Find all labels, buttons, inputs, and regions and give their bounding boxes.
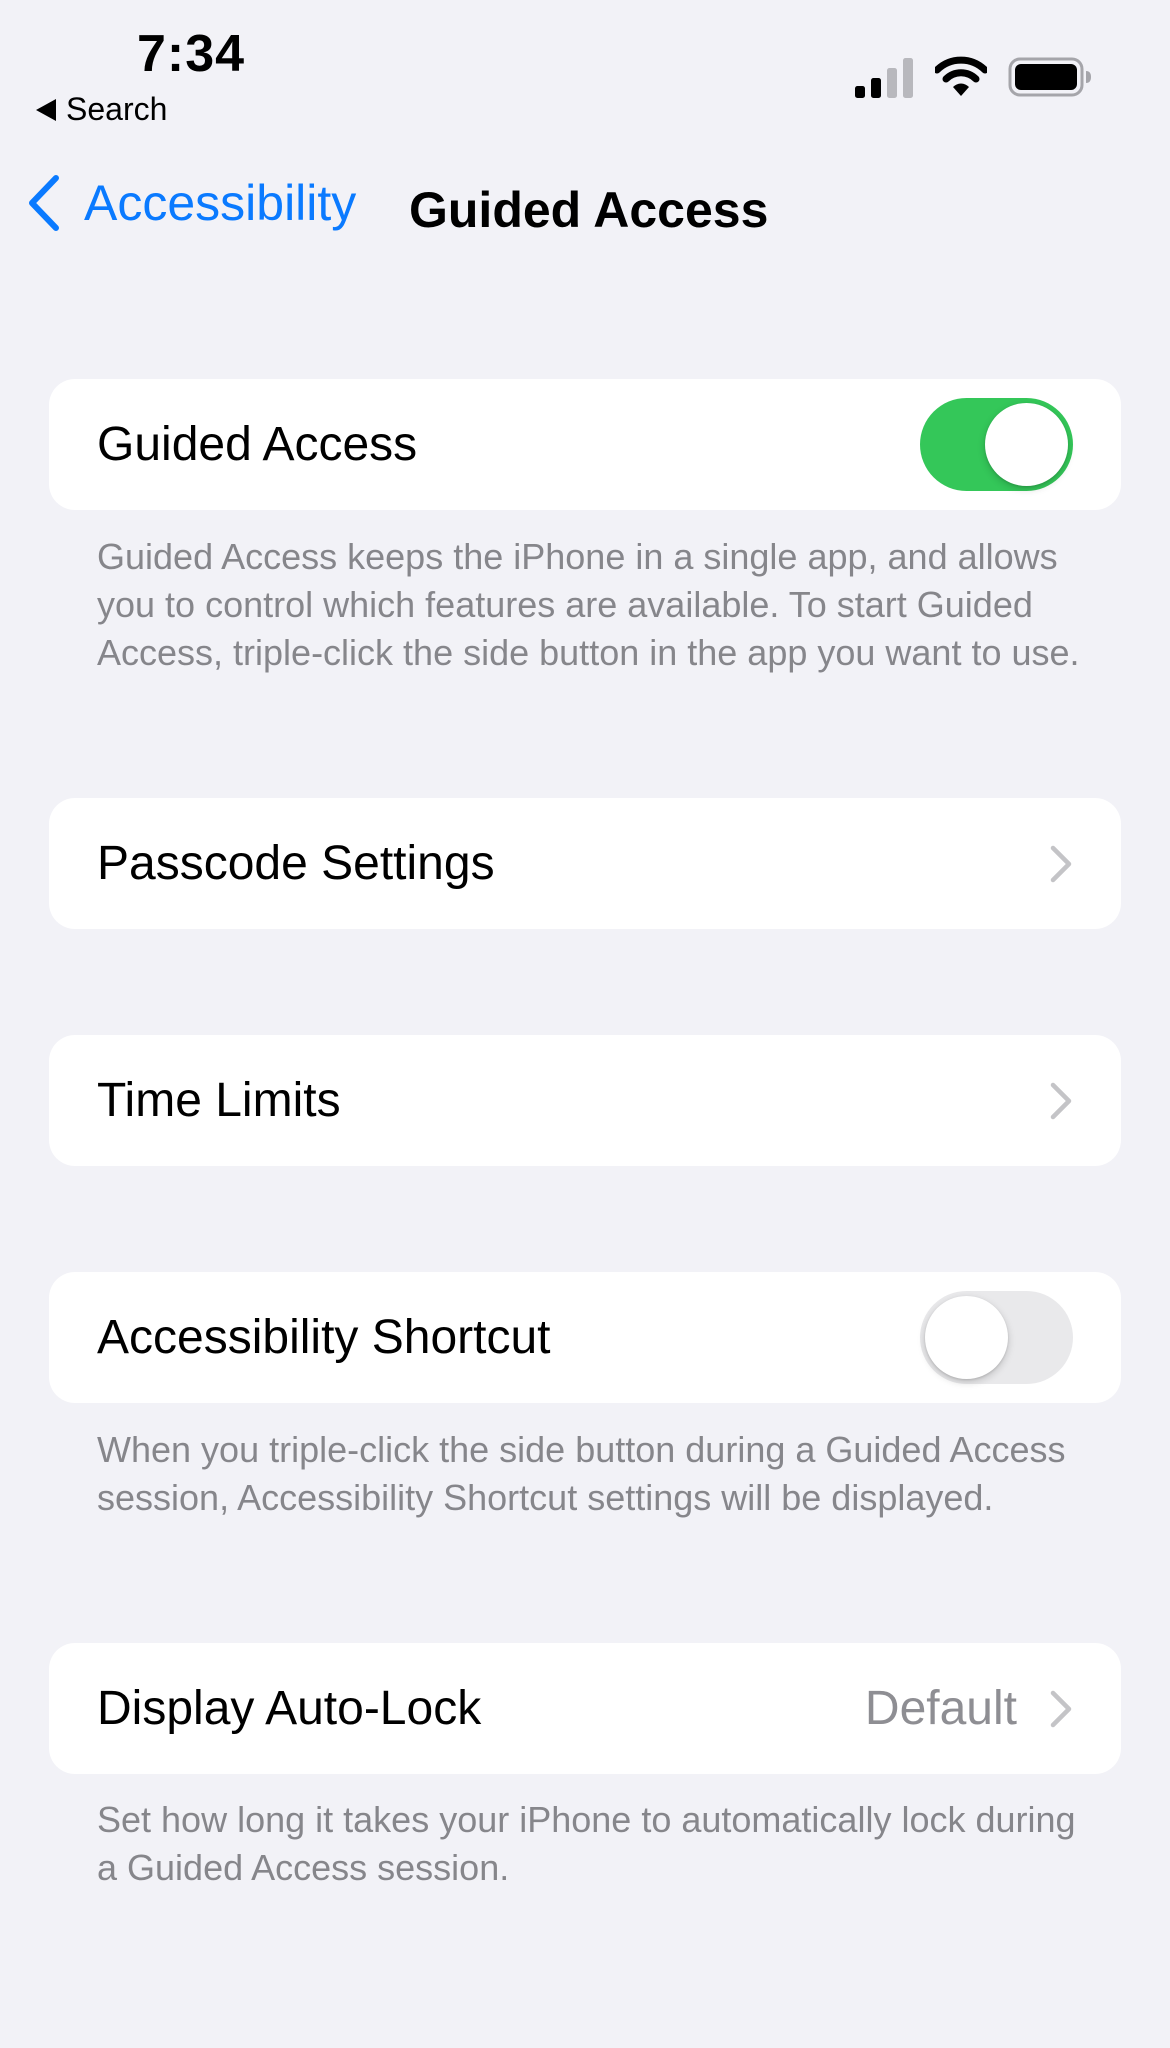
accessibility-shortcut-row: Accessibility Shortcut xyxy=(49,1272,1121,1403)
chevron-right-icon xyxy=(1050,1082,1072,1119)
battery-icon xyxy=(1008,57,1091,97)
guided-access-footer: Guided Access keeps the iPhone in a sing… xyxy=(97,536,1080,673)
navigation-bar: Accessibility Guided Access xyxy=(0,160,1170,250)
chevron-left-icon xyxy=(29,175,59,231)
chevron-right-icon xyxy=(1050,1690,1072,1727)
accessibility-shortcut-label: Accessibility Shortcut xyxy=(97,1311,551,1364)
time-limits-row[interactable]: Time Limits xyxy=(49,1035,1121,1166)
time-limits-label: Time Limits xyxy=(97,1074,341,1127)
back-to-app-button[interactable]: Search xyxy=(36,91,167,128)
status-bar: 7:34 Search xyxy=(0,0,1170,140)
guided-access-label: Guided Access xyxy=(97,418,418,471)
passcode-settings-label: Passcode Settings xyxy=(97,837,495,890)
back-button[interactable]: Accessibility xyxy=(26,174,356,232)
toggle-knob xyxy=(985,403,1068,486)
display-auto-lock-footer: Set how long it takes your iPhone to aut… xyxy=(97,1799,1076,1888)
status-time: 7:34 xyxy=(137,25,246,83)
wifi-icon xyxy=(935,56,987,96)
guided-access-toggle[interactable] xyxy=(920,398,1073,491)
accessibility-shortcut-toggle[interactable] xyxy=(920,1291,1073,1384)
accessibility-shortcut-footer: When you triple-click the side button du… xyxy=(97,1429,1066,1518)
display-auto-lock-value: Default xyxy=(864,1682,1017,1735)
page-title: Guided Access xyxy=(409,182,769,238)
display-auto-lock-row[interactable]: Display Auto-Lock Default xyxy=(49,1643,1121,1774)
guided-access-row: Guided Access xyxy=(49,379,1121,510)
passcode-settings-row[interactable]: Passcode Settings xyxy=(49,798,1121,929)
toggle-knob xyxy=(925,1296,1008,1379)
back-to-app-label: Search xyxy=(66,91,168,127)
back-triangle-icon xyxy=(36,98,56,121)
chevron-right-icon xyxy=(1050,845,1072,882)
display-auto-lock-label: Display Auto-Lock xyxy=(97,1682,482,1735)
cellular-signal-icon xyxy=(855,58,913,98)
back-button-label: Accessibility xyxy=(84,175,357,231)
